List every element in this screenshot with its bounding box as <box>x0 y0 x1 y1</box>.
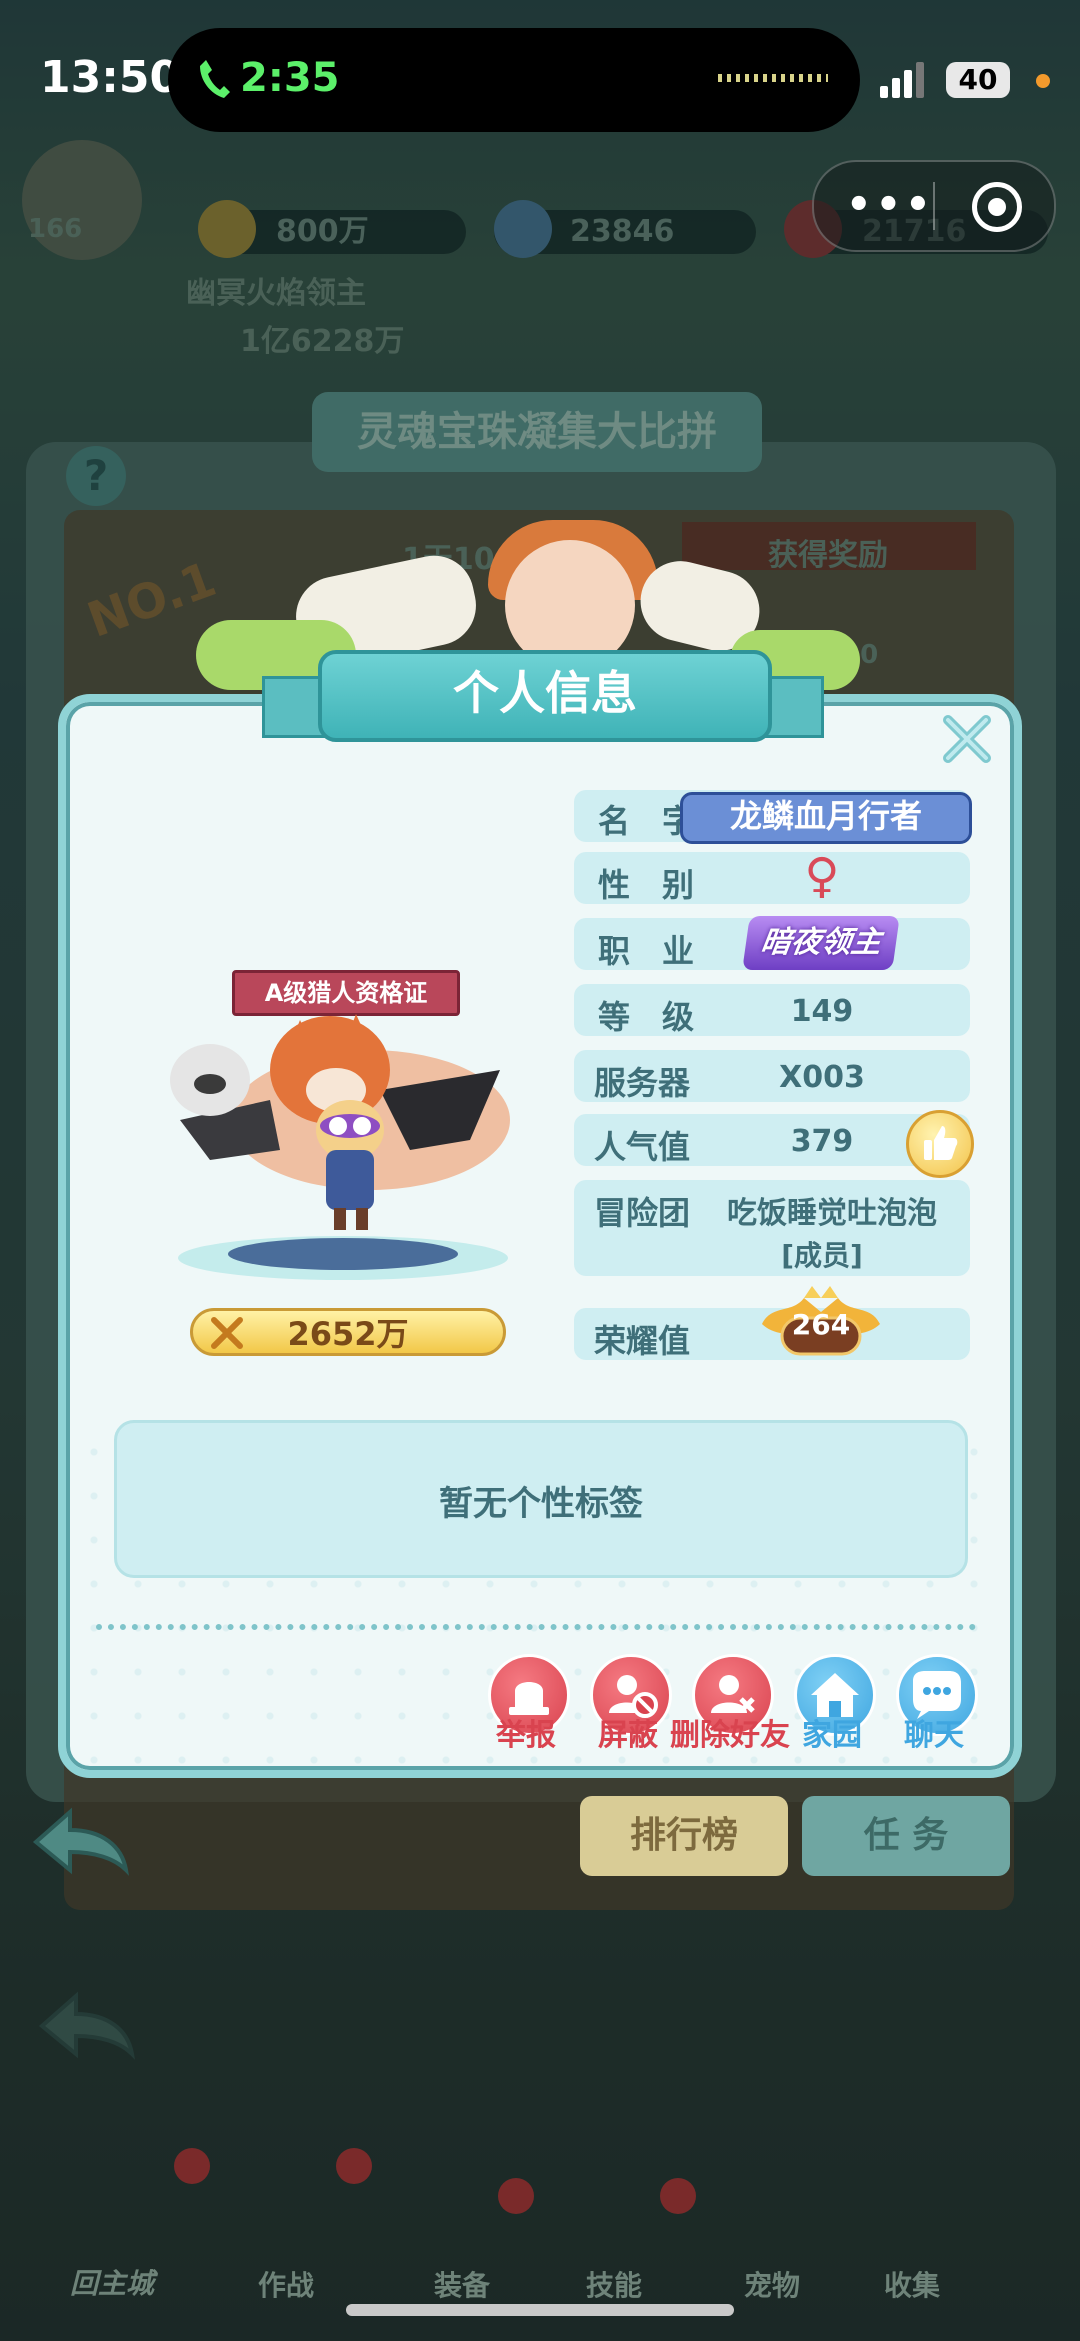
nav-battle[interactable]: 作战 <box>226 2264 346 2304</box>
alert-icon <box>498 2178 534 2214</box>
sword-icon <box>210 1316 244 1350</box>
signal-icon <box>880 62 924 98</box>
audio-wave-icon <box>718 74 828 82</box>
popularity-value: 379 <box>790 1124 854 1159</box>
alert-icon <box>336 2148 372 2184</box>
nav-equipment[interactable]: 装备 <box>402 2264 522 2304</box>
server-label: 服务器 <box>594 1064 691 1102</box>
job-value: 暗夜领主 <box>742 916 900 970</box>
nav-collection[interactable]: 收集 <box>852 2264 972 2304</box>
level-value: 149 <box>790 994 854 1029</box>
server-value: X003 <box>779 1060 865 1095</box>
like-button[interactable] <box>906 1110 974 1178</box>
guild-label: 冒险团 <box>594 1194 691 1232</box>
miniprogram-capsule: ••• <box>812 160 1056 252</box>
modal-title: 个人信息 <box>318 650 772 742</box>
alert-icon <box>174 2148 210 2184</box>
guild-role: [成员] <box>781 1239 863 1272</box>
close-icon[interactable] <box>940 712 994 766</box>
popularity-label: 人气值 <box>594 1128 691 1166</box>
female-icon: ♀ <box>804 848 840 904</box>
status-time: 13:50 <box>40 52 181 103</box>
nav-skills[interactable]: 技能 <box>554 2264 674 2304</box>
thumbs-up-icon <box>924 1126 958 1160</box>
honor-label: 荣耀值 <box>594 1322 691 1360</box>
more-options-icon[interactable]: ••• <box>846 185 935 225</box>
name-value: 龙鳞血月行者 <box>680 792 972 844</box>
tab-leaderboard[interactable]: 排行榜 <box>580 1796 788 1876</box>
gender-label: 性 别 <box>598 866 695 904</box>
alert-icon <box>660 2178 696 2214</box>
nav-main-city[interactable]: 回主城 <box>52 2262 172 2302</box>
personal-tags-placeholder: 暂无个性标签 <box>439 1484 643 1524</box>
call-duration: 2:35 <box>240 55 340 101</box>
nav-pets[interactable]: 宠物 <box>712 2264 832 2304</box>
battery-indicator: 40 <box>946 62 1010 98</box>
divider <box>96 1624 976 1630</box>
job-label: 职 业 <box>598 932 695 970</box>
back-arrow-icon[interactable] <box>30 1806 130 1876</box>
home-indicator[interactable] <box>346 2304 734 2316</box>
capsule-divider <box>933 182 935 230</box>
guild-value: 吃饭睡觉吐泡泡 <box>727 1196 937 1231</box>
tab-tasks[interactable]: 任 务 <box>802 1796 1010 1876</box>
back-arrow-icon[interactable] <box>36 1990 136 2060</box>
character-avatar <box>150 1010 510 1260</box>
privacy-dot <box>1036 74 1050 88</box>
honor-value: 264 <box>791 1308 851 1341</box>
level-label: 等 级 <box>598 998 695 1036</box>
chat-label[interactable]: 聊天 <box>864 1710 1004 1754</box>
close-miniprogram-icon[interactable] <box>972 182 1022 232</box>
phone-icon <box>198 58 230 98</box>
